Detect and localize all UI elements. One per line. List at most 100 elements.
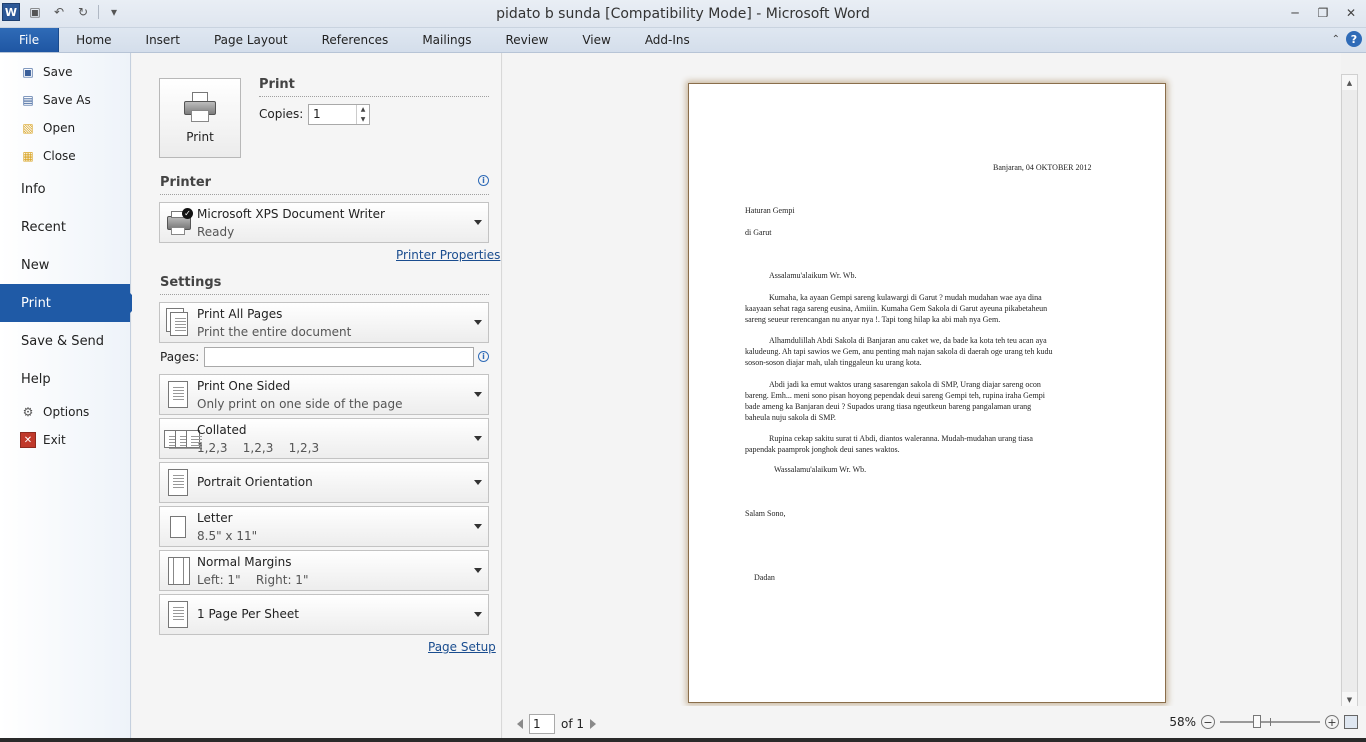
tab-insert[interactable]: Insert bbox=[129, 28, 197, 52]
preview-scrollbar[interactable]: ▲ ▼ bbox=[1341, 74, 1358, 708]
chevron-down-icon bbox=[474, 220, 482, 225]
printer-info-icon[interactable]: i bbox=[478, 175, 489, 186]
nav-save-as[interactable]: ▤ Save As bbox=[0, 86, 130, 114]
minimize-icon[interactable]: ─ bbox=[1284, 4, 1306, 22]
margins-title: Normal Margins bbox=[197, 555, 292, 569]
sides-title: Print One Sided bbox=[197, 379, 291, 393]
zoom-in-icon[interactable]: + bbox=[1325, 715, 1339, 729]
nav-help[interactable]: Help bbox=[0, 360, 130, 398]
copies-spin-buttons[interactable]: ▲ ▼ bbox=[356, 105, 369, 124]
backstage-nav: ▣ Save ▤ Save As ▧ Open ▦ Close Info Rec… bbox=[0, 53, 140, 742]
doc-line: Abdi jadi ka emut waktos urang sasarenga… bbox=[769, 380, 1041, 389]
copies-value: 1 bbox=[313, 107, 321, 121]
tab-file[interactable]: File bbox=[0, 28, 60, 52]
collate-desc: 1,2,3 1,2,3 1,2,3 bbox=[197, 441, 320, 455]
close-window-icon[interactable]: ✕ bbox=[1340, 4, 1362, 22]
zoom-slider[interactable] bbox=[1220, 715, 1320, 728]
divider bbox=[160, 194, 489, 195]
nav-options-label: Options bbox=[43, 405, 90, 419]
tab-review[interactable]: Review bbox=[489, 28, 566, 52]
chevron-down-icon bbox=[474, 436, 482, 441]
next-page-icon[interactable] bbox=[590, 719, 597, 729]
doc-line: baheula nuju sakola di SMP. bbox=[745, 413, 836, 422]
default-check-icon: ✓ bbox=[182, 208, 193, 219]
tab-view[interactable]: View bbox=[565, 28, 627, 52]
orientation-dropdown[interactable]: Portrait Orientation bbox=[159, 462, 489, 503]
doc-salam: Salam Sono, bbox=[745, 509, 786, 518]
doc-greeting: Assalamu'alaikum Wr. Wb. bbox=[769, 271, 857, 280]
divider bbox=[259, 96, 489, 97]
doc-line: Alhamdulillah Abdi Sakola di Banjaran an… bbox=[769, 336, 1047, 345]
doc-line: bade ameng ka Banjaran deui ? Supados ur… bbox=[745, 402, 1032, 411]
sides-dropdown[interactable]: Print One Sided Only print on one side o… bbox=[159, 374, 489, 415]
nav-print[interactable]: Print bbox=[0, 284, 140, 322]
page-number-input[interactable]: 1 bbox=[529, 714, 555, 734]
paper-size-icon bbox=[166, 512, 190, 542]
chevron-down-icon bbox=[474, 568, 482, 573]
portrait-icon bbox=[166, 468, 190, 498]
paper-size-title: Letter bbox=[197, 511, 233, 525]
printer-dropdown[interactable]: ✓ Microsoft XPS Document Writer Ready bbox=[159, 202, 489, 243]
nav-exit[interactable]: ✕ Exit bbox=[0, 426, 130, 454]
print-range-desc: Print the entire document bbox=[197, 325, 352, 339]
pages-input[interactable] bbox=[204, 347, 474, 367]
collate-dropdown[interactable]: Collated 1,2,3 1,2,3 1,2,3 bbox=[159, 418, 489, 459]
title-bar: W ▣ ↶ ↻ ▾ pidato b sunda [Compatibility … bbox=[0, 0, 1366, 28]
nav-save-send[interactable]: Save & Send bbox=[0, 322, 130, 360]
pages-label: Pages: bbox=[160, 350, 200, 364]
nav-recent[interactable]: Recent bbox=[0, 208, 130, 246]
doc-line: Rupina cekap sakitu surat ti Abdi, diant… bbox=[769, 434, 1033, 443]
printer-name: Microsoft XPS Document Writer bbox=[197, 207, 385, 221]
nav-save[interactable]: ▣ Save bbox=[0, 58, 130, 86]
nav-close[interactable]: ▦ Close bbox=[0, 142, 130, 170]
floppy-disk-icon: ▣ bbox=[22, 65, 34, 79]
pages-per-sheet-value: 1 Page Per Sheet bbox=[197, 607, 299, 621]
tab-mailings[interactable]: Mailings bbox=[405, 28, 488, 52]
chevron-down-icon bbox=[474, 612, 482, 617]
pages-info-icon[interactable]: i bbox=[478, 351, 489, 362]
print-range-title: Print All Pages bbox=[197, 307, 283, 321]
nav-open-label: Open bbox=[43, 121, 76, 135]
orientation-value: Portrait Orientation bbox=[197, 475, 313, 489]
printer-status: Ready bbox=[197, 225, 235, 239]
paper-size-dropdown[interactable]: Letter 8.5" x 11" bbox=[159, 506, 489, 547]
zoom-out-icon[interactable]: − bbox=[1201, 715, 1215, 729]
pages-per-sheet-dropdown[interactable]: 1 Page Per Sheet bbox=[159, 594, 489, 635]
print-all-pages-icon bbox=[166, 308, 190, 338]
nav-options[interactable]: ⚙ Options bbox=[0, 398, 130, 426]
nav-exit-label: Exit bbox=[43, 433, 66, 447]
scroll-down-icon[interactable]: ▼ bbox=[1342, 692, 1357, 707]
doc-line: bareng. Emh... meni sono pisan hoyong pe… bbox=[745, 391, 1045, 400]
collapse-ribbon-icon[interactable]: ⌃ bbox=[1332, 34, 1340, 45]
previous-page-icon[interactable] bbox=[517, 719, 523, 729]
ribbon-right-controls: ⌃ ? bbox=[1332, 31, 1362, 47]
doc-recipient: Haturan Gempi bbox=[745, 206, 795, 215]
nav-info[interactable]: Info bbox=[0, 170, 130, 208]
tab-add-ins[interactable]: Add-Ins bbox=[628, 28, 707, 52]
nav-save-as-label: Save As bbox=[43, 93, 91, 107]
doc-closing: Wassalamu'alaikum Wr. Wb. bbox=[774, 465, 867, 474]
doc-line: kaayaan sehat raga sareng eusina, Amiiin… bbox=[745, 304, 1048, 313]
printer-properties-link[interactable]: Printer Properties bbox=[396, 248, 500, 262]
tab-home[interactable]: Home bbox=[59, 28, 128, 52]
chevron-down-icon bbox=[474, 524, 482, 529]
zoom-level[interactable]: 58% bbox=[1169, 715, 1196, 729]
nav-new[interactable]: New bbox=[0, 246, 130, 284]
print-range-dropdown[interactable]: Print All Pages Print the entire documen… bbox=[159, 302, 489, 343]
scroll-up-icon[interactable]: ▲ bbox=[1342, 75, 1357, 90]
copies-stepper[interactable]: 1 ▲ ▼ bbox=[308, 104, 370, 125]
doc-line: Kumaha, ka ayaan Gempi sareng kulawargi … bbox=[769, 293, 1042, 302]
tab-page-layout[interactable]: Page Layout bbox=[197, 28, 305, 52]
help-icon[interactable]: ? bbox=[1346, 31, 1362, 47]
nav-open[interactable]: ▧ Open bbox=[0, 114, 130, 142]
zoom-slider-thumb[interactable] bbox=[1253, 715, 1261, 728]
tab-references[interactable]: References bbox=[305, 28, 406, 52]
restore-icon[interactable]: ❐ bbox=[1312, 4, 1334, 22]
window-controls: ─ ❐ ✕ bbox=[1284, 4, 1362, 22]
doc-date: Banjaran, 04 OKTOBER 2012 bbox=[993, 163, 1092, 172]
zoom-to-page-icon[interactable] bbox=[1344, 715, 1358, 729]
print-button[interactable]: Print bbox=[159, 78, 241, 158]
ribbon-tabs: File Home Insert Page Layout References … bbox=[0, 28, 1366, 53]
margins-dropdown[interactable]: Normal Margins Left: 1" Right: 1" bbox=[159, 550, 489, 591]
page-setup-link[interactable]: Page Setup bbox=[428, 640, 496, 654]
